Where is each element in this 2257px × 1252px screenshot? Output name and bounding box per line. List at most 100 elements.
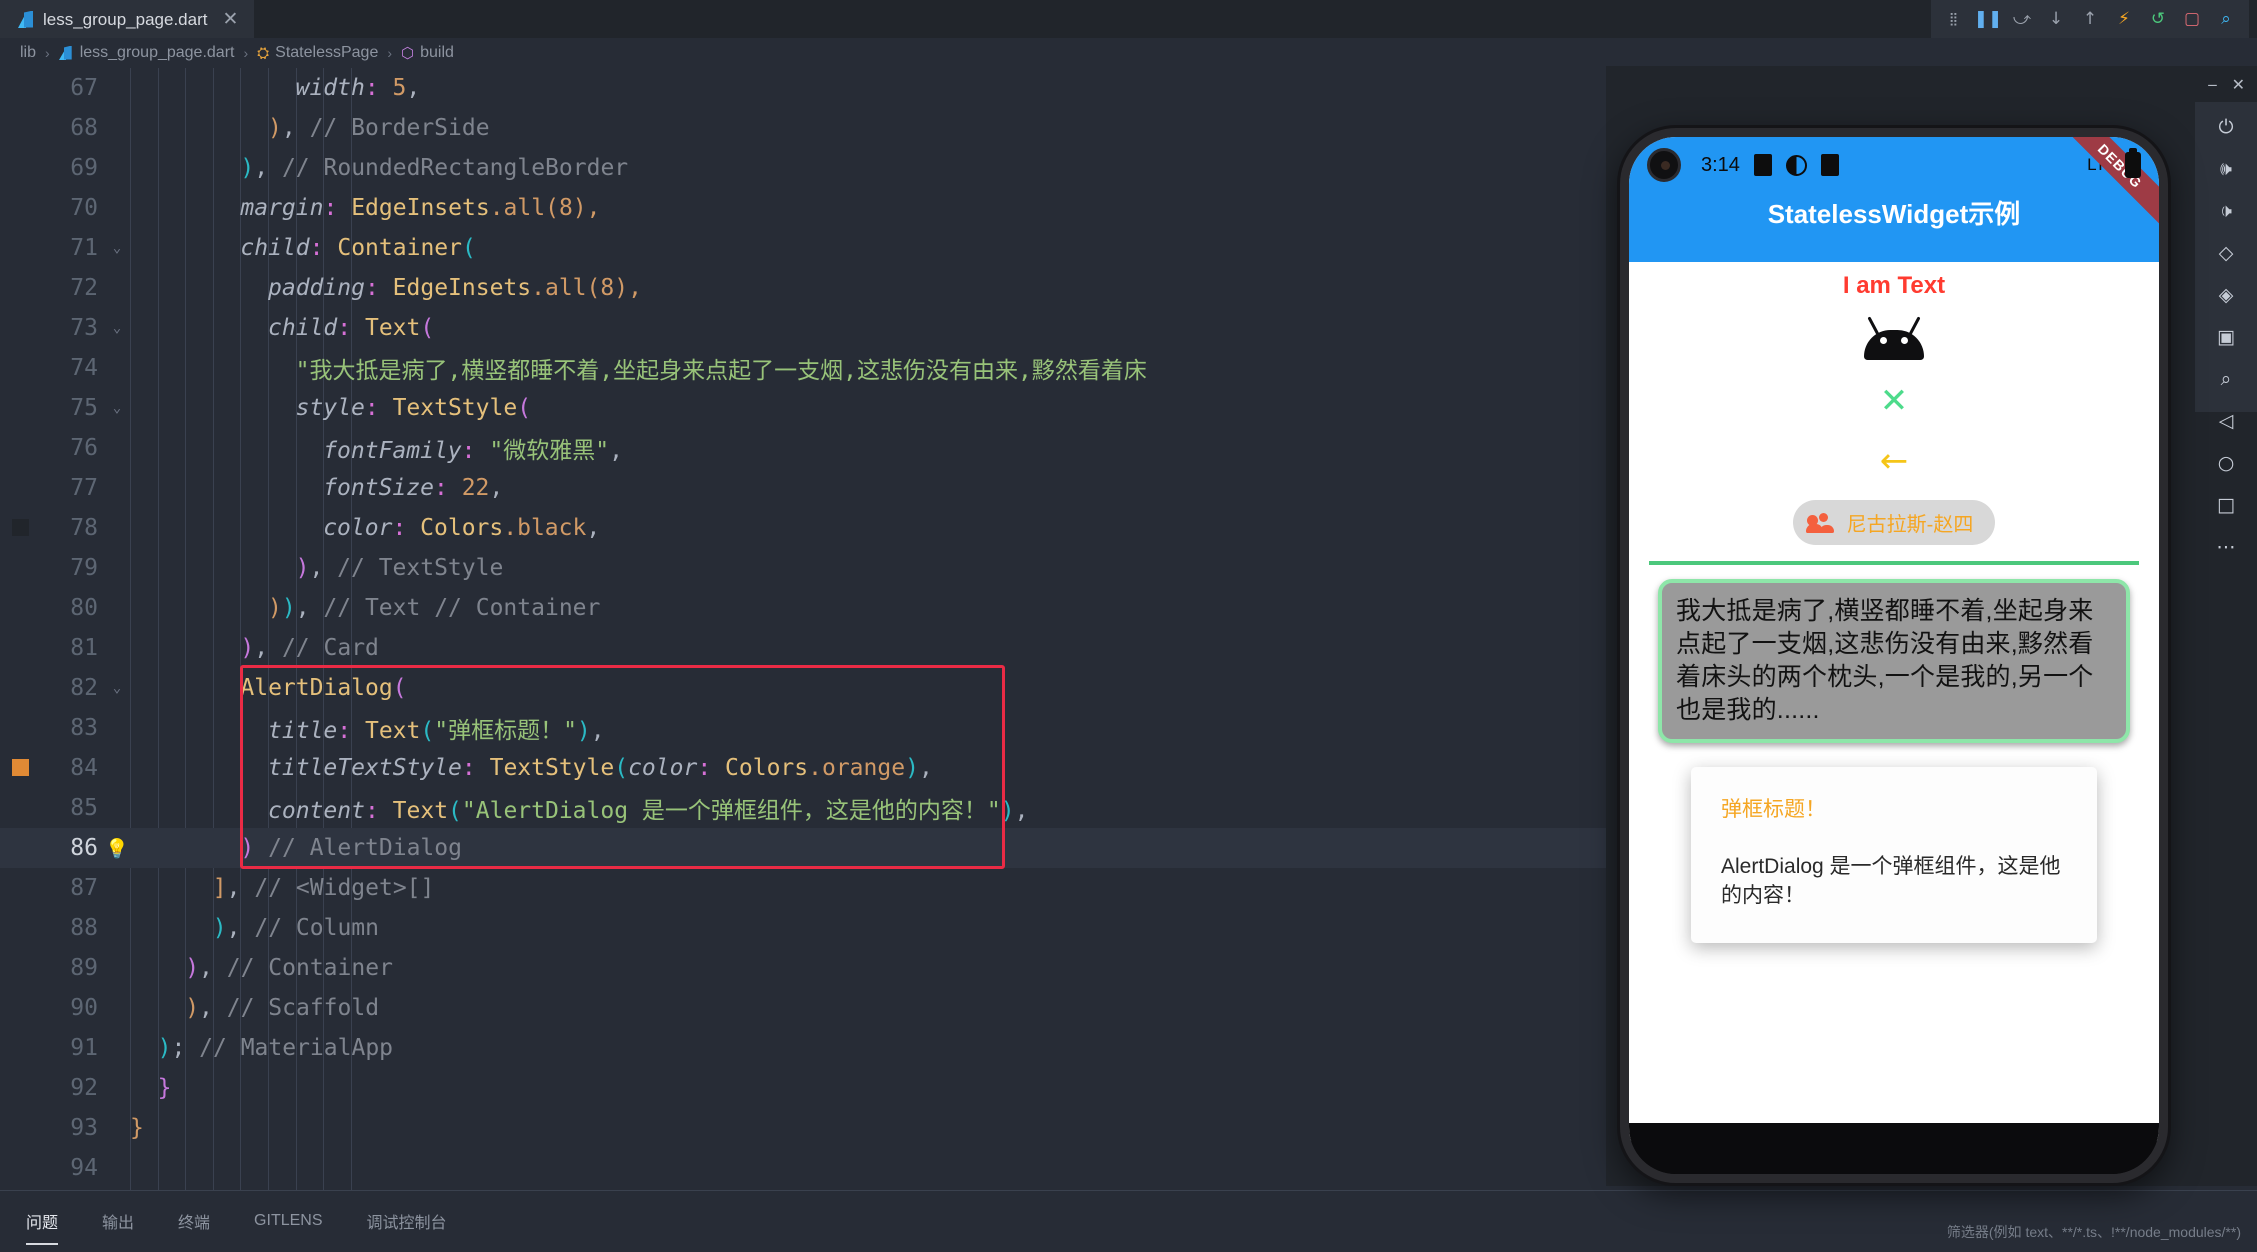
- code-text: ), // TextStyle: [295, 555, 504, 581]
- screenshot-icon[interactable]: ▣: [2209, 326, 2243, 348]
- power-icon[interactable]: ⏻: [2209, 116, 2243, 138]
- fold-toggle-icon[interactable]: ⌄: [104, 320, 130, 336]
- line-number: 89: [70, 955, 98, 981]
- chip-label: 尼古拉斯-赵四: [1846, 514, 1974, 536]
- line-number: 88: [70, 915, 98, 941]
- zoom-icon[interactable]: ⌕: [2209, 368, 2243, 390]
- code-text: style: TextStyle(: [295, 395, 532, 421]
- rotate-left-icon[interactable]: ◇: [2209, 242, 2243, 264]
- restart-icon[interactable]: ↺: [2141, 0, 2175, 38]
- back-icon[interactable]: ◁: [2209, 410, 2243, 432]
- close-icon[interactable]: ✕: [222, 10, 238, 29]
- code-text: child: Text(: [268, 315, 435, 341]
- code-text: "我大抵是病了,横竖都睡不着,坐起身来点起了一支烟,这悲伤没有由来,黟然看着床: [295, 358, 1147, 384]
- code-text: titleTextStyle: TextStyle(color: Colors.…: [268, 755, 933, 781]
- code-text: fontSize: 22,: [323, 475, 504, 501]
- fold-toggle-icon[interactable]: ⌄: [104, 680, 130, 696]
- code-text: width: 5,: [295, 75, 421, 101]
- line-number: 75: [70, 395, 98, 421]
- code-text: ), // BorderSide: [268, 115, 490, 141]
- panel-tab-debug-console[interactable]: 调试控制台: [367, 1201, 447, 1243]
- stop-icon[interactable]: ▢: [2175, 0, 2209, 38]
- text-widget-label: I am Text: [1842, 272, 1946, 299]
- code-text: color: Colors.black,: [323, 515, 601, 541]
- close-icon[interactable]: ✕: [2232, 75, 2245, 94]
- fold-toggle-icon[interactable]: ⌄: [104, 400, 130, 416]
- line-number: 90: [70, 995, 98, 1021]
- step-into-icon[interactable]: ↓: [2039, 0, 2073, 38]
- panel-tab-problems[interactable]: 问题: [26, 1201, 59, 1245]
- lightbulb-icon[interactable]: 💡: [104, 837, 130, 860]
- code-text: margin: EdgeInsets.all(8),: [240, 195, 601, 221]
- android-icon: [1859, 316, 1929, 360]
- card-text: 我大抵是病了,横竖都睡不着,坐起身来点起了一支烟,这悲伤没有由来,黟然看着床头的…: [1676, 597, 2094, 724]
- code-text: ), // Column: [212, 915, 379, 941]
- home-icon[interactable]: ○: [2209, 452, 2243, 474]
- code-text: }: [130, 1115, 144, 1141]
- more-icon[interactable]: ⋯: [2209, 536, 2243, 558]
- panel-tab-terminal[interactable]: 终端: [178, 1201, 210, 1243]
- line-number: 85: [70, 795, 98, 821]
- line-number: 82: [70, 675, 98, 701]
- vscode-window: less_group_page.dart ✕ ⣿ ❚❚ ⤻ ↓ ↑ ⚡ ↺ ▢ …: [0, 0, 2257, 1252]
- breadcrumb-item-class[interactable]: StatelessPage: [275, 44, 378, 62]
- line-number: 93: [70, 1115, 98, 1141]
- volume-down-icon[interactable]: 🕩: [2209, 200, 2243, 222]
- code-text: ) // AlertDialog: [240, 835, 462, 861]
- breadcrumb-item-lib[interactable]: lib: [20, 44, 36, 62]
- inspector-icon[interactable]: ⌕: [2209, 0, 2243, 38]
- battery-icon: [2125, 148, 2141, 178]
- step-out-icon[interactable]: ↑: [2073, 0, 2107, 38]
- minimize-icon[interactable]: ‒: [2207, 75, 2217, 94]
- close-icon: ✕: [1879, 381, 1909, 421]
- line-number: 68: [70, 115, 98, 141]
- line-number: 71: [70, 235, 98, 261]
- line-number: 78: [70, 515, 98, 541]
- code-text: }: [157, 1075, 172, 1101]
- android-emulator-window: ‒ ✕ ⏻ 🕪 🕩 ◇ ◈ ▣ ⌕ ◁ ○ □ ⋯ DEBUG 3:14 Sta…: [1606, 66, 2257, 1186]
- line-number: 70: [70, 195, 98, 221]
- line-number: 77: [70, 475, 98, 501]
- grip-icon[interactable]: ⣿: [1937, 0, 1971, 38]
- line-number: 67: [70, 75, 98, 101]
- dart-file-icon: [18, 11, 34, 29]
- tab-less-group-page-dart[interactable]: less_group_page.dart ✕: [0, 0, 255, 38]
- breadcrumb-item-file[interactable]: less_group_page.dart: [80, 44, 235, 62]
- code-text: ); // MaterialApp: [157, 1035, 394, 1061]
- line-number: 87: [70, 875, 98, 901]
- code-text: ), // RoundedRectangleBorder: [240, 155, 629, 181]
- code-text: padding: EdgeInsets.all(8),: [268, 275, 642, 301]
- hot-reload-icon[interactable]: ⚡: [2107, 0, 2141, 38]
- dnd-icon: [1785, 154, 1807, 176]
- status-bar: 3:14 LTE: [1629, 137, 2159, 193]
- breadcrumb-item-method[interactable]: build: [420, 44, 454, 62]
- code-text: )), // Text // Container: [268, 595, 601, 621]
- line-number: 69: [70, 155, 98, 181]
- chip-widget[interactable]: 尼古拉斯-赵四: [1792, 500, 1996, 545]
- fold-toggle-icon[interactable]: ⌄: [104, 240, 130, 256]
- dart-file-icon: [58, 46, 74, 61]
- editor-tab-bar: less_group_page.dart ✕ ⣿ ❚❚ ⤻ ↓ ↑ ⚡ ↺ ▢ …: [0, 0, 2257, 38]
- volume-up-icon[interactable]: 🕪: [2209, 158, 2243, 180]
- line-number: 76: [70, 435, 98, 461]
- code-text: ], // <Widget>[]: [212, 875, 435, 901]
- pause-icon[interactable]: ❚❚: [1971, 0, 2005, 38]
- camera-punchhole-icon: [1647, 148, 1681, 182]
- code-text: content: Text("AlertDialog 是一个弹框组件，这是他的内…: [268, 798, 1029, 824]
- rotate-right-icon[interactable]: ◈: [2209, 284, 2243, 306]
- chevron-right-icon: ›: [387, 45, 393, 61]
- app-body: I am Text ✕ ← 尼古拉斯-赵四 我大抵是病了,横竖都睡不着,坐起身来…: [1629, 262, 2159, 943]
- panel-tab-output[interactable]: 输出: [102, 1201, 134, 1243]
- line-number: 86: [70, 835, 98, 861]
- alert-dialog: 弹框标题！ AlertDialog 是一个弹框组件，这是他的内容！: [1691, 767, 2097, 943]
- problems-filter-input[interactable]: 筛选器(例如 text、**/*.ts、!**/node_modules/**): [1947, 1222, 2241, 1242]
- step-over-icon[interactable]: ⤻: [2005, 0, 2039, 38]
- code-text: fontFamily: "微软雅黑",: [323, 438, 623, 464]
- app-bar-title: StatelessWidget示例: [1767, 199, 2021, 229]
- phone-screen: DEBUG 3:14 LTE StatelessWidget示例: [1629, 137, 2159, 1141]
- panel-tab-gitlens[interactable]: GITLENS: [254, 1204, 322, 1240]
- emulator-toolbar: ⏻ 🕪 🕩 ◇ ◈ ▣ ⌕ ◁ ○ □ ⋯: [2195, 102, 2257, 558]
- overview-icon[interactable]: □: [2209, 494, 2243, 516]
- chevron-right-icon: ›: [45, 45, 50, 61]
- breadcrumb: lib › less_group_page.dart › ⛭ Stateless…: [0, 38, 2257, 68]
